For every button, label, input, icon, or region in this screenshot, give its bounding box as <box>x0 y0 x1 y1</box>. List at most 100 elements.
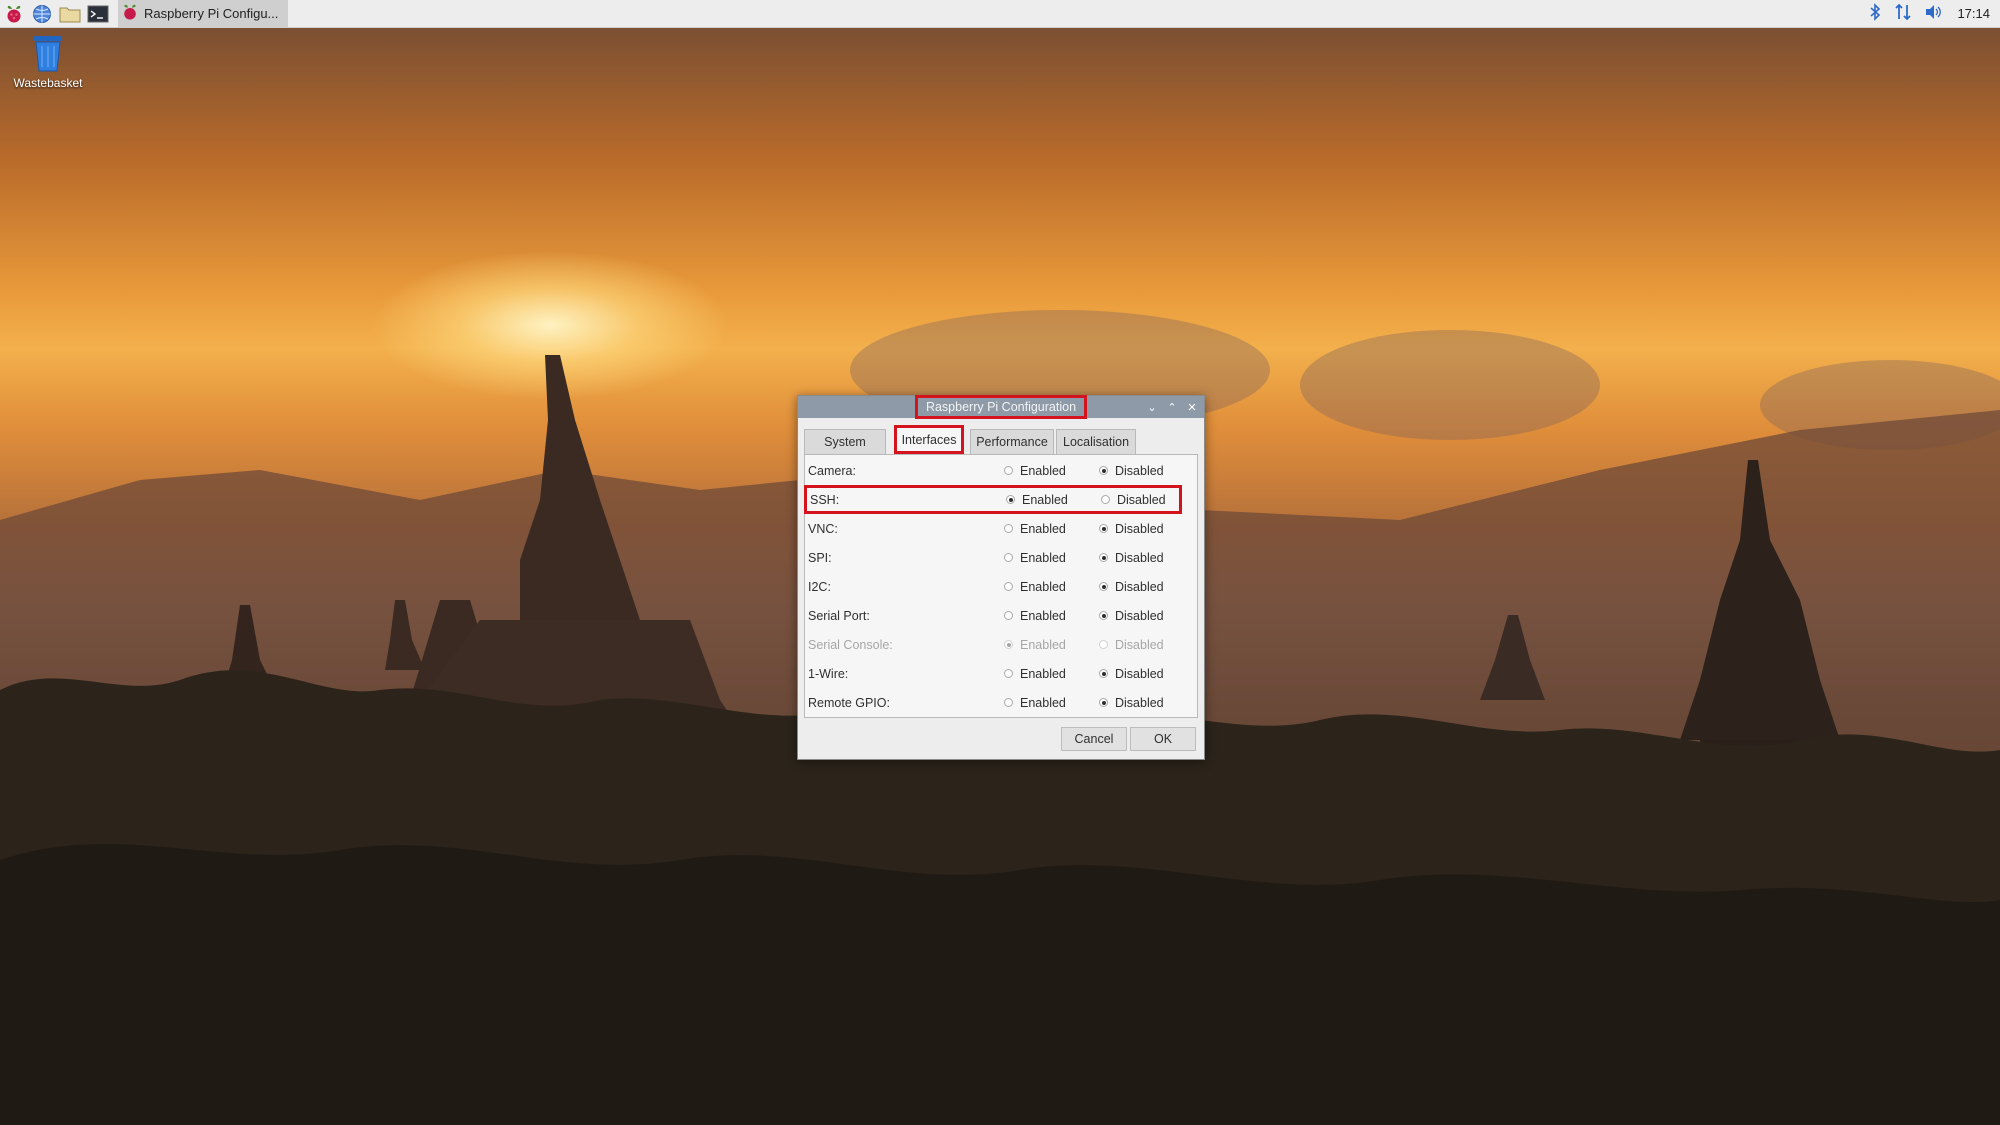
terminal-icon[interactable] <box>84 0 112 27</box>
enabled-label: Enabled <box>1020 463 1066 478</box>
interface-label: VNC: <box>808 521 838 536</box>
cancel-button[interactable]: Cancel <box>1061 727 1127 751</box>
interface-label: SSH: <box>810 492 840 507</box>
radio-icon[interactable] <box>1099 466 1108 475</box>
ok-button[interactable]: OK <box>1130 727 1196 751</box>
raspberry-menu-icon[interactable] <box>0 0 28 27</box>
disabled-radio-option[interactable]: Disabled <box>1099 464 1164 478</box>
raspberry-pi-configuration-dialog: Raspberry Pi Configuration ⌄ ⌃ ✕ System … <box>797 395 1205 760</box>
radio-icon[interactable] <box>1099 669 1108 678</box>
dialog-titlebar[interactable]: Raspberry Pi Configuration ⌄ ⌃ ✕ <box>798 395 1204 419</box>
interface-label: Serial Console: <box>808 637 893 652</box>
enabled-radio-option[interactable]: Enabled <box>1004 580 1066 594</box>
disabled-radio-option[interactable]: Disabled <box>1099 667 1164 681</box>
interface-row: I2C: Enabled Disabled <box>805 572 1197 601</box>
enabled-radio-option[interactable]: Enabled <box>1004 667 1066 681</box>
volume-icon[interactable] <box>1925 4 1943 23</box>
enabled-label: Enabled <box>1020 550 1066 565</box>
dialog-title: Raspberry Pi Configuration <box>914 395 1088 419</box>
network-icon[interactable] <box>1895 3 1912 24</box>
disabled-label: Disabled <box>1115 695 1164 710</box>
interface-label: Camera: <box>808 463 856 478</box>
radio-icon[interactable] <box>1099 582 1108 591</box>
enabled-radio-option: Enabled <box>1004 638 1066 652</box>
clock[interactable]: 17:14 <box>1957 6 1990 21</box>
radio-icon <box>1099 640 1108 649</box>
tab-system[interactable]: System <box>804 429 886 454</box>
interface-label: 1-Wire: <box>808 666 849 681</box>
interfaces-panel: Camera: Enabled Disabled SSH: Enabled Disable… <box>804 454 1198 718</box>
enabled-label: Enabled <box>1020 666 1066 681</box>
disabled-label: Disabled <box>1115 463 1164 478</box>
disabled-label: Disabled <box>1115 666 1164 681</box>
taskbar-window-label: Raspberry Pi Configu... <box>144 6 279 21</box>
enabled-label: Enabled <box>1020 637 1066 652</box>
disabled-radio-option[interactable]: Disabled <box>1099 551 1164 565</box>
interface-row: SSH: Enabled Disabled <box>804 485 1182 514</box>
tab-bar: System Interfaces Performance Localisati… <box>804 422 1198 454</box>
tab-localisation[interactable]: Localisation <box>1056 429 1136 454</box>
disabled-radio-option[interactable]: Disabled <box>1099 580 1164 594</box>
tab-performance[interactable]: Performance <box>970 429 1054 454</box>
radio-icon[interactable] <box>1004 698 1013 707</box>
disabled-radio-option[interactable]: Disabled <box>1099 696 1164 710</box>
radio-icon[interactable] <box>1099 698 1108 707</box>
enabled-label: Enabled <box>1020 608 1066 623</box>
interface-row: Serial Console: Enabled Disabled <box>805 630 1197 659</box>
close-icon[interactable]: ✕ <box>1184 399 1200 415</box>
taskbar-window-button[interactable]: Raspberry Pi Configu... <box>118 0 289 27</box>
disabled-radio-option: Disabled <box>1099 638 1164 652</box>
wastebasket-label: Wastebasket <box>13 76 83 90</box>
interface-row: Camera: Enabled Disabled <box>805 456 1197 485</box>
maximize-icon[interactable]: ⌃ <box>1164 399 1180 415</box>
interface-row: VNC: Enabled Disabled <box>805 514 1197 543</box>
radio-icon[interactable] <box>1004 669 1013 678</box>
interface-row: 1-Wire: Enabled Disabled <box>805 659 1197 688</box>
disabled-label: Disabled <box>1115 521 1164 536</box>
disabled-label: Disabled <box>1115 579 1164 594</box>
radio-icon[interactable] <box>1004 553 1013 562</box>
interface-row: Remote GPIO: Enabled Disabled <box>805 688 1197 717</box>
radio-icon[interactable] <box>1099 524 1108 533</box>
radio-icon[interactable] <box>1099 553 1108 562</box>
wastebasket-desktop-icon[interactable]: Wastebasket <box>8 33 88 90</box>
enabled-radio-option[interactable]: Enabled <box>1004 696 1066 710</box>
radio-icon[interactable] <box>1004 611 1013 620</box>
radio-icon[interactable] <box>1099 611 1108 620</box>
interface-label: SPI: <box>808 550 832 565</box>
taskbar: Raspberry Pi Configu... 17:14 <box>0 0 2000 28</box>
radio-icon[interactable] <box>1004 582 1013 591</box>
disabled-label: Disabled <box>1117 492 1166 507</box>
radio-icon[interactable] <box>1006 495 1015 504</box>
interface-label: Remote GPIO: <box>808 695 890 710</box>
disabled-radio-option[interactable]: Disabled <box>1099 522 1164 536</box>
enabled-radio-option[interactable]: Enabled <box>1004 464 1066 478</box>
enabled-radio-option[interactable]: Enabled <box>1004 551 1066 565</box>
radio-icon[interactable] <box>1004 466 1013 475</box>
disabled-label: Disabled <box>1115 608 1164 623</box>
radio-icon <box>1004 640 1013 649</box>
interface-label: I2C: <box>808 579 831 594</box>
disabled-radio-option[interactable]: Disabled <box>1101 493 1166 507</box>
enabled-radio-option[interactable]: Enabled <box>1004 522 1066 536</box>
enabled-radio-option[interactable]: Enabled <box>1006 493 1068 507</box>
wastebasket-icon <box>8 33 88 76</box>
enabled-radio-option[interactable]: Enabled <box>1004 609 1066 623</box>
interface-row: Serial Port: Enabled Disabled <box>805 601 1197 630</box>
web-browser-icon[interactable] <box>28 0 56 27</box>
disabled-radio-option[interactable]: Disabled <box>1099 609 1164 623</box>
radio-icon[interactable] <box>1101 495 1110 504</box>
radio-icon[interactable] <box>1004 524 1013 533</box>
bluetooth-icon[interactable] <box>1869 3 1881 24</box>
tab-interfaces[interactable]: Interfaces <box>894 425 964 454</box>
enabled-label: Enabled <box>1022 492 1068 507</box>
enabled-label: Enabled <box>1020 579 1066 594</box>
enabled-label: Enabled <box>1020 521 1066 536</box>
raspberry-config-icon <box>122 3 138 24</box>
minimize-icon[interactable]: ⌄ <box>1144 399 1160 415</box>
disabled-label: Disabled <box>1115 637 1164 652</box>
interface-row: SPI: Enabled Disabled <box>805 543 1197 572</box>
interface-label: Serial Port: <box>808 608 870 623</box>
disabled-label: Disabled <box>1115 550 1164 565</box>
file-manager-icon[interactable] <box>56 0 84 27</box>
